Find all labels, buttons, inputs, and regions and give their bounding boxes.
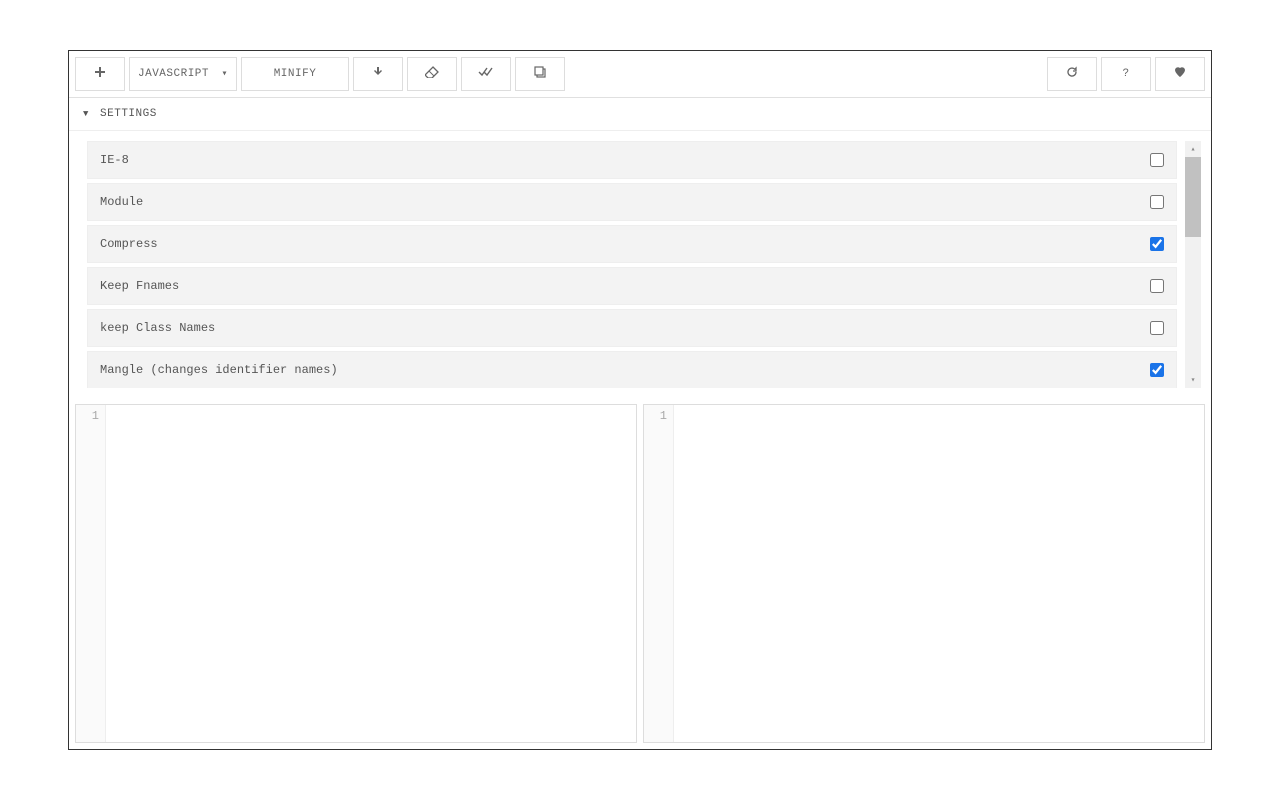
editor-input[interactable]: 1 <box>75 404 637 743</box>
setting-checkbox-mangle[interactable] <box>1150 363 1164 377</box>
scroll-up-icon[interactable]: ▴ <box>1185 141 1201 157</box>
editors-container: 1 1 <box>69 398 1211 749</box>
editor-output[interactable]: 1 <box>643 404 1205 743</box>
setting-row-compress: Compress <box>87 225 1177 263</box>
setting-label: Compress <box>100 237 158 251</box>
download-button[interactable] <box>353 57 403 91</box>
add-button[interactable] <box>75 57 125 91</box>
app-frame: JAVASCRIPT ▾ MINIFY <box>68 50 1212 750</box>
setting-checkbox-keep-class-names[interactable] <box>1150 321 1164 335</box>
editor-input-content[interactable] <box>106 405 636 742</box>
download-icon <box>372 66 384 82</box>
language-label: JAVASCRIPT <box>138 68 209 80</box>
setting-label: Mangle (changes identifier names) <box>100 363 338 377</box>
settings-list: IE-8 Module Compress Keep Fnames keep Cl… <box>87 141 1185 388</box>
line-number: 1 <box>76 409 99 423</box>
setting-row-keep-class-names: keep Class Names <box>87 309 1177 347</box>
minify-button[interactable]: MINIFY <box>241 57 349 91</box>
setting-checkbox-keep-fnames[interactable] <box>1150 279 1164 293</box>
help-button[interactable]: ? <box>1101 57 1151 91</box>
setting-checkbox-module[interactable] <box>1150 195 1164 209</box>
setting-checkbox-ie8[interactable] <box>1150 153 1164 167</box>
copy-button[interactable] <box>515 57 565 91</box>
setting-label: Keep Fnames <box>100 279 179 293</box>
editor-output-gutter: 1 <box>644 405 674 742</box>
setting-row-keep-fnames: Keep Fnames <box>87 267 1177 305</box>
refresh-button[interactable] <box>1047 57 1097 91</box>
heart-icon <box>1174 66 1186 82</box>
setting-label: keep Class Names <box>100 321 215 335</box>
help-label: ? <box>1122 68 1129 80</box>
action-label: MINIFY <box>274 68 317 80</box>
setting-checkbox-compress[interactable] <box>1150 237 1164 251</box>
settings-toggle[interactable]: ▼ SETTINGS <box>69 98 1211 130</box>
settings-panel: IE-8 Module Compress Keep Fnames keep Cl… <box>69 130 1211 398</box>
language-select[interactable]: JAVASCRIPT ▾ <box>129 57 237 91</box>
refresh-icon <box>1066 66 1078 82</box>
editor-output-content[interactable] <box>674 405 1204 742</box>
scroll-thumb[interactable] <box>1185 157 1201 237</box>
scroll-down-icon[interactable]: ▾ <box>1185 372 1201 388</box>
chevron-down-icon: ▾ <box>221 68 228 80</box>
editor-input-gutter: 1 <box>76 405 106 742</box>
copy-icon <box>534 66 546 82</box>
setting-row-ie8: IE-8 <box>87 141 1177 179</box>
setting-label: IE-8 <box>100 153 129 167</box>
toolbar: JAVASCRIPT ▾ MINIFY <box>69 51 1211 98</box>
scroll-track[interactable] <box>1185 157 1201 372</box>
eraser-icon <box>425 66 439 82</box>
setting-label: Module <box>100 195 143 209</box>
double-check-icon <box>478 66 494 82</box>
plus-icon <box>94 66 106 82</box>
settings-scrollbar[interactable]: ▴ ▾ <box>1185 141 1201 388</box>
settings-title: SETTINGS <box>100 108 157 120</box>
triangle-down-icon: ▼ <box>83 109 89 119</box>
check-all-button[interactable] <box>461 57 511 91</box>
line-number: 1 <box>644 409 667 423</box>
erase-button[interactable] <box>407 57 457 91</box>
setting-row-module: Module <box>87 183 1177 221</box>
setting-row-mangle: Mangle (changes identifier names) <box>87 351 1177 388</box>
favorite-button[interactable] <box>1155 57 1205 91</box>
